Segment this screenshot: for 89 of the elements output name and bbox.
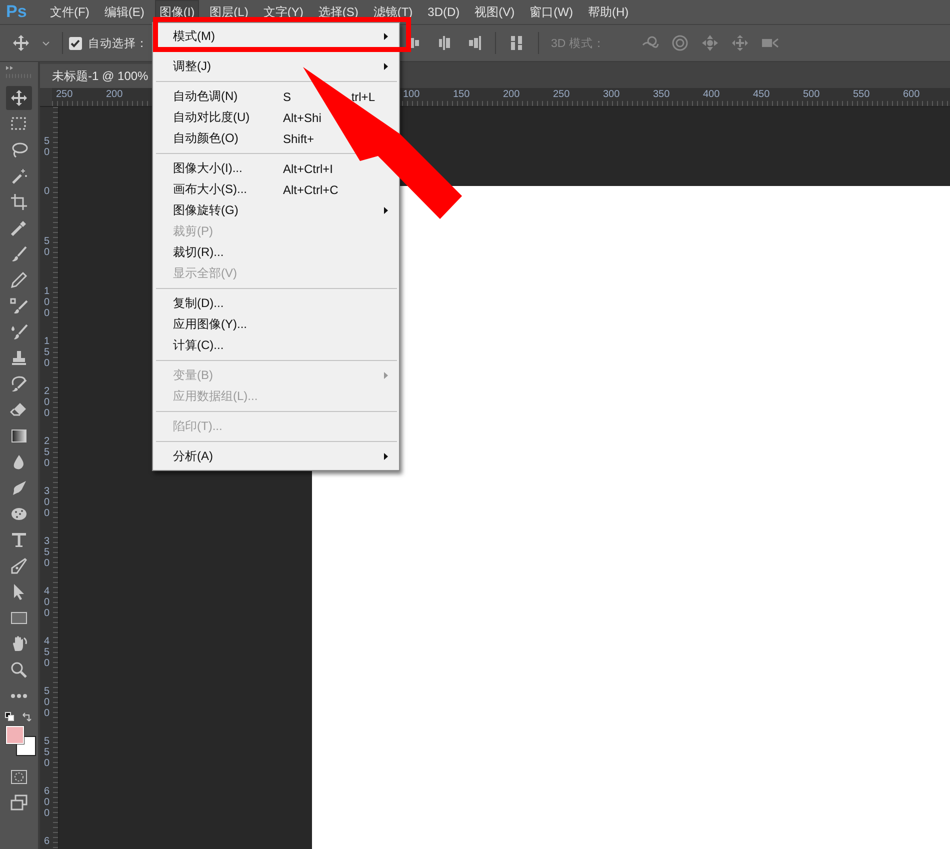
marquee-icon xyxy=(10,115,28,133)
ruler-label: 400 xyxy=(44,586,51,619)
crop-icon xyxy=(10,193,28,211)
pen-icon xyxy=(10,557,28,575)
ruler-label: 200 xyxy=(105,88,124,102)
menu-option[interactable]: 画布大小(S)... xyxy=(173,182,247,196)
ruler-label: 600 xyxy=(902,88,921,102)
lasso-icon xyxy=(10,141,28,159)
ruler-label: 300 xyxy=(602,88,621,102)
roll-icon xyxy=(670,34,689,52)
ruler-label: 150 xyxy=(44,336,51,369)
menu-option[interactable]: 图像旋转(G) xyxy=(173,203,238,217)
ruler-label: 250 xyxy=(55,88,74,102)
ruler-label: 200 xyxy=(44,386,51,419)
menu-option[interactable]: 计算(C)... xyxy=(173,338,224,352)
ruler-label: 550 xyxy=(44,736,51,769)
brush-icon xyxy=(10,323,28,341)
auto-select-checkbox[interactable] xyxy=(69,36,82,50)
swap-colors-icon xyxy=(22,712,32,722)
sponge-icon xyxy=(10,505,28,523)
collapse-icon xyxy=(4,65,14,71)
ruler-label: 600 xyxy=(44,786,51,819)
menu-option[interactable]: 自动对比度(U) xyxy=(173,110,250,124)
menu-option[interactable]: 图像大小(I)... xyxy=(173,161,242,175)
slide-icon xyxy=(730,34,749,52)
ruler-label: 350 xyxy=(652,88,671,102)
ruler-label: 250 xyxy=(552,88,571,102)
ruler-label: 450 xyxy=(752,88,771,102)
ruler-label: 50 xyxy=(44,236,51,258)
pan-icon xyxy=(700,34,719,52)
shortcut-label: S xyxy=(283,90,292,104)
ruler-label: 450 xyxy=(44,636,51,669)
color-swatches[interactable] xyxy=(5,725,37,757)
move-icon xyxy=(12,34,30,52)
screen-mode-icon xyxy=(10,794,28,812)
finger-icon xyxy=(10,479,28,497)
menu-item[interactable]: 窗口(W) xyxy=(526,0,577,24)
ruler-label: 0 xyxy=(44,186,51,197)
shortcut-label: Shift+ xyxy=(283,132,314,146)
ruler-label: 350 xyxy=(44,536,51,569)
eraser-icon xyxy=(10,401,28,419)
menu-item[interactable]: 3D(D) xyxy=(424,1,464,23)
pencil-icon xyxy=(10,271,28,289)
quick-mask-icon xyxy=(10,768,28,786)
move-tool-button[interactable] xyxy=(6,86,32,110)
history-brush-icon xyxy=(10,375,28,393)
eyedropper-icon xyxy=(10,219,28,237)
ruler-label: 300 xyxy=(44,486,51,519)
shortcut-label: Alt+Shi xyxy=(283,110,322,124)
menu-option[interactable]: 复制(D)... xyxy=(173,296,224,310)
menu-option[interactable]: 模式(M) xyxy=(173,29,215,43)
caret-icon xyxy=(42,40,50,46)
menu-option[interactable]: 裁切(R)... xyxy=(173,245,224,259)
ruler-label: 100 xyxy=(402,88,421,102)
move-icon xyxy=(10,89,28,107)
gradient-icon xyxy=(10,427,28,445)
auto-select-label: 自动选择： xyxy=(88,36,148,50)
ruler-label: 50 xyxy=(44,136,51,158)
rectangle-icon xyxy=(10,609,28,627)
default-colors-icon xyxy=(5,712,14,721)
brush-icon xyxy=(10,245,28,263)
menu-item[interactable]: 帮助(H) xyxy=(584,0,633,24)
brush-icon xyxy=(10,297,28,315)
menu-option[interactable]: 分析(A) xyxy=(173,449,213,463)
type-icon xyxy=(10,531,28,549)
shortcut-label: Alt+Ctrl+C xyxy=(283,182,338,196)
menu-option[interactable]: 自动颜色(O) xyxy=(173,131,238,145)
hand-icon xyxy=(10,635,28,653)
menu-item[interactable]: 文件(F) xyxy=(46,0,94,24)
menu-item[interactable]: 视图(V) xyxy=(470,0,519,24)
shortcut-label: Alt+Ctrl+I xyxy=(283,162,334,176)
menu-option[interactable]: 应用图像(Y)... xyxy=(173,317,247,331)
ruler-label: 500 xyxy=(44,686,51,719)
ruler-label: 500 xyxy=(802,88,821,102)
shortcut-label: trl+L xyxy=(351,90,375,104)
ruler-label: 150 xyxy=(452,88,471,102)
magic-wand-icon xyxy=(10,167,28,185)
stamp-icon xyxy=(10,349,28,367)
menu-item[interactable]: 编辑(E) xyxy=(100,0,148,24)
ruler-label: 550 xyxy=(852,88,871,102)
ruler-label: 250 xyxy=(44,436,51,469)
ruler-label: 6 xyxy=(44,836,51,847)
search-icon xyxy=(10,661,28,679)
app-logo: Ps xyxy=(6,2,28,22)
ruler-label: 100 xyxy=(44,286,51,319)
ruler-label: 200 xyxy=(502,88,521,102)
menu-option[interactable]: 自动色调(N) xyxy=(173,89,238,103)
ruler-label: 400 xyxy=(702,88,721,102)
more-icon xyxy=(10,693,28,699)
